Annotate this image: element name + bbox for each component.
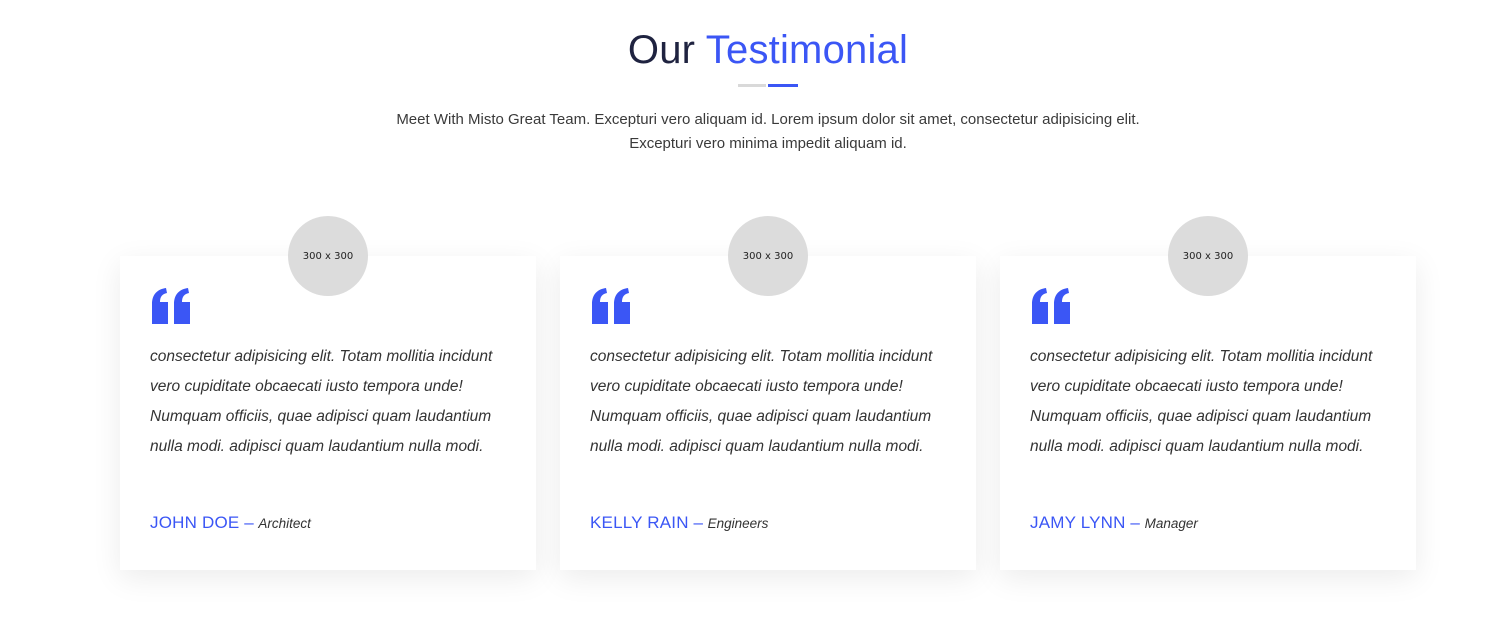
divider-accent-segment bbox=[768, 84, 798, 87]
section-title: Our Testimonial bbox=[0, 26, 1508, 74]
quote-icon bbox=[152, 288, 190, 324]
avatar: 300 x 300 bbox=[288, 216, 368, 296]
author-separator: – bbox=[1130, 513, 1140, 532]
subtitle-line-2: Excepturi vero minima impedit aliquam id… bbox=[629, 135, 907, 152]
testimonial-text: consectetur adipisicing elit. Totam moll… bbox=[1030, 348, 1373, 455]
author-role: Engineers bbox=[707, 516, 769, 531]
author-separator: – bbox=[244, 513, 254, 532]
author-name: KELLY RAIN bbox=[590, 513, 689, 532]
testimonial-card: 300 x 300 consectetur adipisicing elit. … bbox=[1000, 216, 1416, 570]
quote-icon bbox=[1032, 288, 1070, 324]
testimonial-text: consectetur adipisicing elit. Totam moll… bbox=[590, 348, 933, 455]
testimonial-author: JOHN DOE – Architect bbox=[150, 510, 311, 537]
title-part-1: Our bbox=[627, 28, 696, 72]
title-divider bbox=[738, 84, 798, 87]
divider-gray-segment bbox=[738, 84, 766, 87]
avatar-placeholder-label: 300 x 300 bbox=[742, 250, 794, 262]
author-role: Architect bbox=[258, 516, 311, 531]
section-subtitle: Meet With Misto Great Team. Excepturi ve… bbox=[0, 108, 1508, 156]
testimonial-author: KELLY RAIN – Engineers bbox=[590, 510, 768, 537]
quote-icon bbox=[592, 288, 630, 324]
author-name: JAMY LYNN bbox=[1030, 513, 1126, 532]
testimonial-section: Our Testimonial Meet With Misto Great Te… bbox=[0, 0, 1508, 619]
testimonial-card: 300 x 300 consectetur adipisicing elit. … bbox=[560, 216, 976, 570]
author-separator: – bbox=[693, 513, 703, 532]
testimonial-text: consectetur adipisicing elit. Totam moll… bbox=[150, 348, 493, 455]
testimonial-card: 300 x 300 consectetur adipisicing elit. … bbox=[120, 216, 536, 570]
avatar-placeholder-label: 300 x 300 bbox=[1182, 250, 1234, 262]
testimonial-author: JAMY LYNN – Manager bbox=[1030, 510, 1198, 537]
title-part-2: Testimonial bbox=[705, 28, 909, 72]
subtitle-line-1: Meet With Misto Great Team. Excepturi ve… bbox=[396, 111, 1140, 128]
avatar-placeholder-label: 300 x 300 bbox=[302, 250, 354, 262]
author-role: Manager bbox=[1144, 516, 1198, 531]
author-name: JOHN DOE bbox=[150, 513, 240, 532]
avatar: 300 x 300 bbox=[1168, 216, 1248, 296]
avatar: 300 x 300 bbox=[728, 216, 808, 296]
